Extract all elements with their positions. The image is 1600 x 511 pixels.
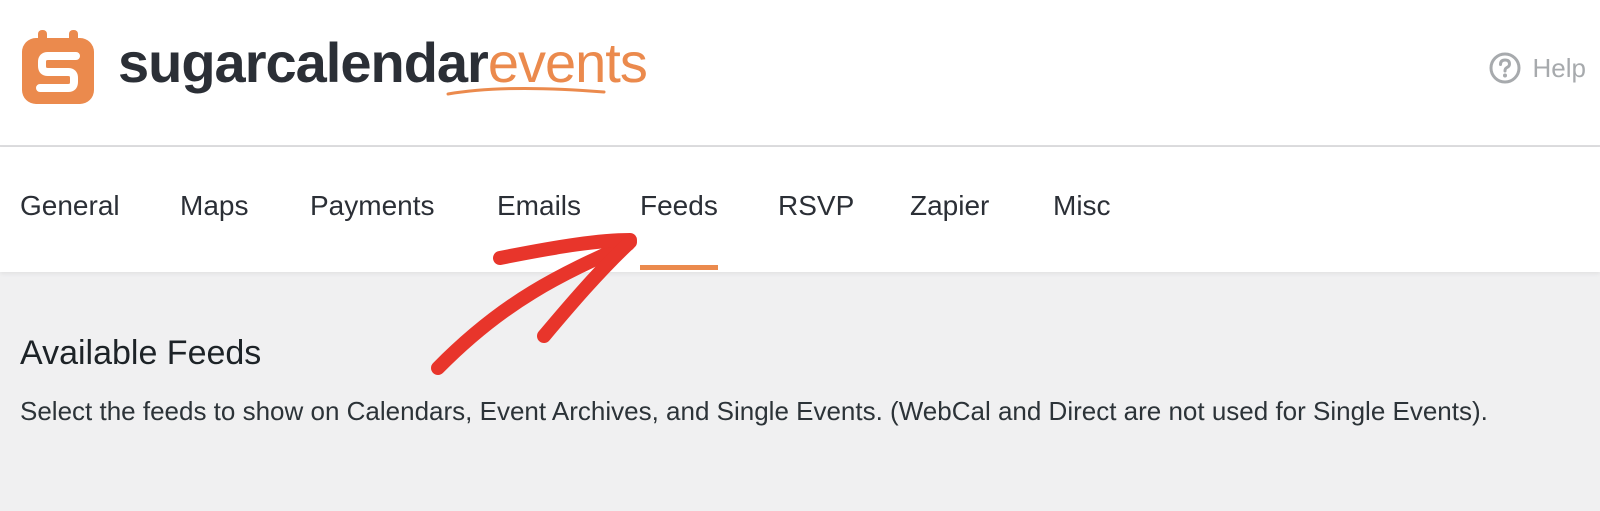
section-title: Available Feeds: [20, 334, 262, 372]
logo-underline-swoosh: [446, 86, 606, 96]
tab-misc[interactable]: Misc: [1053, 147, 1111, 272]
question-circle-icon: [1489, 52, 1521, 84]
tab-general[interactable]: General: [20, 147, 120, 272]
main-content: Available Feeds Select the feeds to show…: [20, 330, 1580, 431]
header: sugarcalendarevents Help: [0, 0, 1600, 147]
tab-emails[interactable]: Emails: [497, 147, 581, 272]
section-description: Select the feeds to show on Calendars, E…: [20, 396, 1488, 426]
tab-zapier[interactable]: Zapier: [910, 147, 989, 272]
sugar-calendar-logo-icon: [22, 30, 94, 104]
settings-tabs: General Maps Payments Emails Feeds RSVP …: [0, 147, 1600, 272]
logo-word-dark: sugarcalendar: [118, 31, 489, 94]
tab-payments[interactable]: Payments: [310, 147, 435, 272]
tab-rsvp[interactable]: RSVP: [778, 147, 854, 272]
tab-maps[interactable]: Maps: [180, 147, 248, 272]
help-label: Help: [1532, 52, 1586, 83]
help-link[interactable]: Help: [1489, 52, 1586, 84]
tab-feeds[interactable]: Feeds: [640, 147, 718, 272]
